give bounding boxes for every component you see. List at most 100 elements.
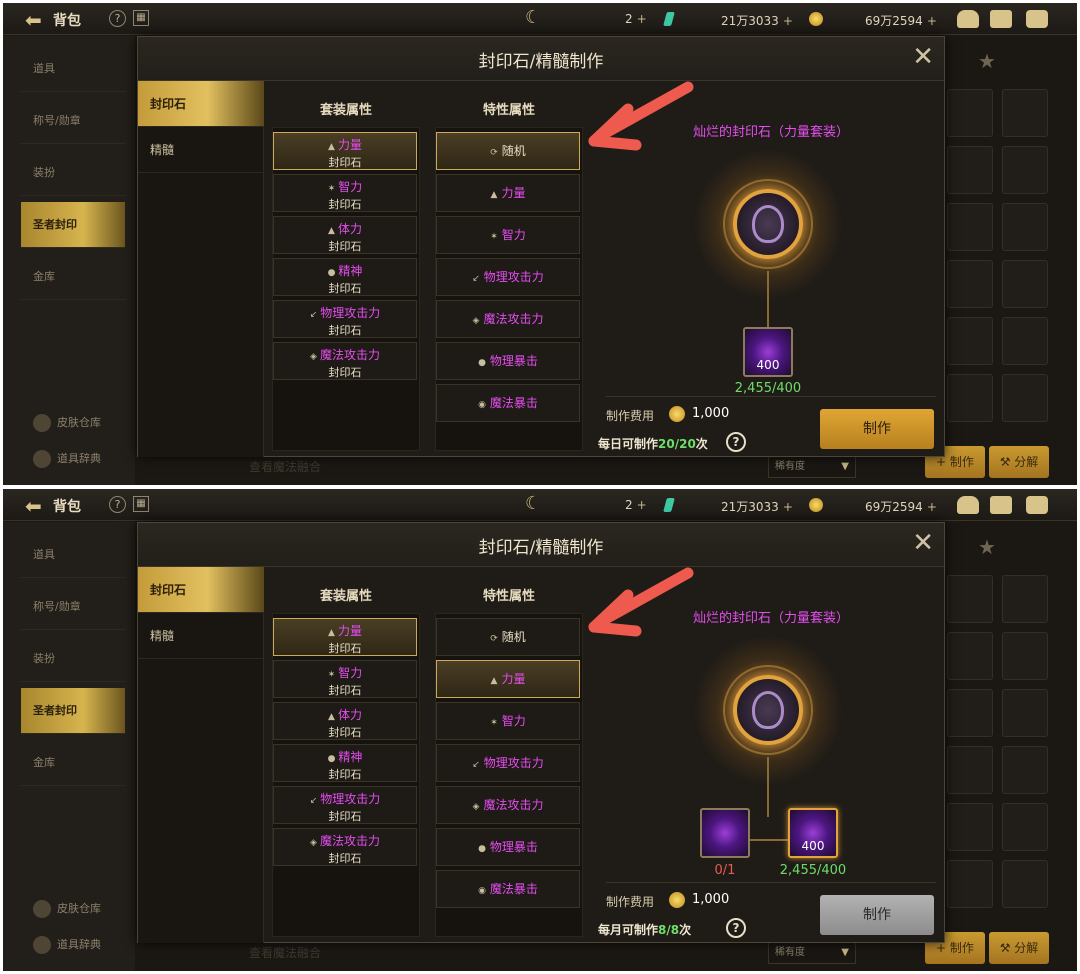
bg-menu-item[interactable]: 金库 bbox=[21, 740, 125, 786]
inventory-slot[interactable] bbox=[947, 203, 993, 251]
set-attribute-item[interactable]: ✶ 智力 封印石 bbox=[273, 660, 417, 698]
inventory-slot[interactable] bbox=[947, 89, 993, 137]
inventory-slot[interactable] bbox=[947, 689, 993, 737]
set-attribute-item[interactable]: ↙ 物理攻击力 封印石 bbox=[273, 300, 417, 338]
gold-count[interactable]: 21万3033 + bbox=[721, 12, 793, 29]
inventory-slot[interactable] bbox=[1002, 260, 1048, 308]
make-button[interactable]: 制作 bbox=[820, 895, 934, 935]
inventory-slot[interactable] bbox=[947, 632, 993, 680]
inventory-slot[interactable] bbox=[947, 803, 993, 851]
set-attribute-item[interactable]: ↙ 物理攻击力 封印石 bbox=[273, 786, 417, 824]
special-attribute-item[interactable]: ▲ 力量 bbox=[436, 660, 580, 698]
inventory-slot[interactable] bbox=[1002, 860, 1048, 908]
treasure-chest-icon[interactable] bbox=[957, 10, 979, 28]
gold-count[interactable]: 21万3033 + bbox=[721, 498, 793, 515]
tab-seal-stone[interactable]: 封印石 bbox=[138, 567, 264, 613]
bg-bottom-link[interactable]: 道具辞典 bbox=[33, 450, 101, 468]
help-icon[interactable]: ? bbox=[726, 918, 746, 938]
material-slot[interactable] bbox=[700, 808, 750, 858]
favorite-star-icon[interactable]: ★ bbox=[978, 535, 996, 559]
bg-menu-item[interactable]: 圣者封印 bbox=[21, 202, 125, 248]
help-icon[interactable]: ? bbox=[109, 10, 126, 27]
inventory-slot[interactable] bbox=[1002, 632, 1048, 680]
inventory-slot[interactable] bbox=[947, 746, 993, 794]
special-attribute-item[interactable]: ⟳ 随机 bbox=[436, 132, 580, 170]
chat-icon[interactable] bbox=[1026, 10, 1048, 28]
bg-menu-item[interactable]: 道具 bbox=[21, 532, 125, 578]
inventory-slot[interactable] bbox=[947, 260, 993, 308]
close-icon[interactable]: ✕ bbox=[912, 528, 934, 558]
material-slot[interactable]: 400 bbox=[788, 808, 838, 858]
special-attribute-item[interactable]: ◈ 魔法攻击力 bbox=[436, 786, 580, 824]
inventory-slot[interactable] bbox=[1002, 575, 1048, 623]
inventory-slot[interactable] bbox=[947, 374, 993, 422]
favorite-star-icon[interactable]: ★ bbox=[978, 49, 996, 73]
bg-menu-item[interactable]: 金库 bbox=[21, 254, 125, 300]
treasure-chest-icon[interactable] bbox=[957, 496, 979, 514]
bg-menu-item[interactable]: 圣者封印 bbox=[21, 688, 125, 734]
inventory-slot[interactable] bbox=[1002, 689, 1048, 737]
inventory-slot[interactable] bbox=[1002, 89, 1048, 137]
set-attribute-item[interactable]: ● 精神 封印石 bbox=[273, 258, 417, 296]
inventory-slot[interactable] bbox=[1002, 374, 1048, 422]
make-button[interactable]: 制作 bbox=[820, 409, 934, 449]
material-slot[interactable]: 400 bbox=[743, 327, 793, 377]
seal-stone-emblem-icon[interactable] bbox=[733, 675, 803, 745]
bound-gold-count[interactable]: 69万2594 + bbox=[865, 12, 937, 29]
sort-dropdown[interactable]: 稀有度 ▼ bbox=[768, 942, 856, 964]
bg-disassemble-button[interactable]: ⚒ 分解 bbox=[989, 446, 1049, 478]
help-icon[interactable]: ? bbox=[109, 496, 126, 513]
inventory-slot[interactable] bbox=[947, 860, 993, 908]
inventory-slot[interactable] bbox=[1002, 803, 1048, 851]
bg-disassemble-button[interactable]: ⚒ 分解 bbox=[989, 932, 1049, 964]
tab-seal-stone[interactable]: 封印石 bbox=[138, 81, 264, 127]
set-attribute-item[interactable]: ◈ 魔法攻击力 封印石 bbox=[273, 828, 417, 866]
special-attribute-item[interactable]: ↙ 物理攻击力 bbox=[436, 744, 580, 782]
inventory-slot[interactable] bbox=[1002, 146, 1048, 194]
gem-count[interactable]: 2 + bbox=[625, 12, 647, 26]
inventory-slot[interactable] bbox=[947, 317, 993, 365]
grid-view-icon[interactable]: ▦ bbox=[133, 10, 149, 26]
bg-menu-item[interactable]: 道具 bbox=[21, 46, 125, 92]
set-attribute-item[interactable]: ● 精神 封印石 bbox=[273, 744, 417, 782]
mail-icon[interactable] bbox=[990, 496, 1012, 514]
grid-view-icon[interactable]: ▦ bbox=[133, 496, 149, 512]
bg-bottom-link[interactable]: 皮肤仓库 bbox=[33, 900, 101, 918]
special-attribute-item[interactable]: ✶ 智力 bbox=[436, 216, 580, 254]
seal-stone-emblem-icon[interactable] bbox=[733, 189, 803, 259]
set-attribute-item[interactable]: ◈ 魔法攻击力 封印石 bbox=[273, 342, 417, 380]
special-attribute-item[interactable]: ▲ 力量 bbox=[436, 174, 580, 212]
special-attribute-item[interactable]: ◉ 魔法暴击 bbox=[436, 384, 580, 422]
help-icon[interactable]: ? bbox=[726, 432, 746, 452]
bg-menu-item[interactable]: 装扮 bbox=[21, 150, 125, 196]
tab-essence[interactable]: 精髓 bbox=[138, 127, 264, 173]
back-arrow-icon[interactable]: ⬅ bbox=[25, 494, 42, 518]
bound-gold-count[interactable]: 69万2594 + bbox=[865, 498, 937, 515]
tab-essence[interactable]: 精髓 bbox=[138, 613, 264, 659]
set-attribute-item[interactable]: ▲ 力量 封印石 bbox=[273, 132, 417, 170]
special-attribute-item[interactable]: ● 物理暴击 bbox=[436, 342, 580, 380]
set-attribute-item[interactable]: ▲ 力量 封印石 bbox=[273, 618, 417, 656]
special-attribute-item[interactable]: ◈ 魔法攻击力 bbox=[436, 300, 580, 338]
set-attribute-item[interactable]: ▲ 体力 封印石 bbox=[273, 702, 417, 740]
special-attribute-item[interactable]: ⟳ 随机 bbox=[436, 618, 580, 656]
inventory-slot[interactable] bbox=[947, 575, 993, 623]
bg-bottom-link[interactable]: 道具辞典 bbox=[33, 936, 101, 954]
inventory-slot[interactable] bbox=[947, 146, 993, 194]
special-attribute-item[interactable]: ↙ 物理攻击力 bbox=[436, 258, 580, 296]
special-attribute-item[interactable]: ● 物理暴击 bbox=[436, 828, 580, 866]
back-arrow-icon[interactable]: ⬅ bbox=[25, 8, 42, 32]
gem-count[interactable]: 2 + bbox=[625, 498, 647, 512]
chat-icon[interactable] bbox=[1026, 496, 1048, 514]
inventory-slot[interactable] bbox=[1002, 317, 1048, 365]
bg-bottom-link[interactable]: 皮肤仓库 bbox=[33, 414, 101, 432]
set-attribute-item[interactable]: ✶ 智力 封印石 bbox=[273, 174, 417, 212]
bg-menu-item[interactable]: 装扮 bbox=[21, 636, 125, 682]
special-attribute-item[interactable]: ◉ 魔法暴击 bbox=[436, 870, 580, 908]
mail-icon[interactable] bbox=[990, 10, 1012, 28]
set-attribute-item[interactable]: ▲ 体力 封印石 bbox=[273, 216, 417, 254]
inventory-slot[interactable] bbox=[1002, 746, 1048, 794]
close-icon[interactable]: ✕ bbox=[912, 42, 934, 72]
bg-menu-item[interactable]: 称号/勋章 bbox=[21, 584, 125, 630]
sort-dropdown[interactable]: 稀有度 ▼ bbox=[768, 456, 856, 478]
